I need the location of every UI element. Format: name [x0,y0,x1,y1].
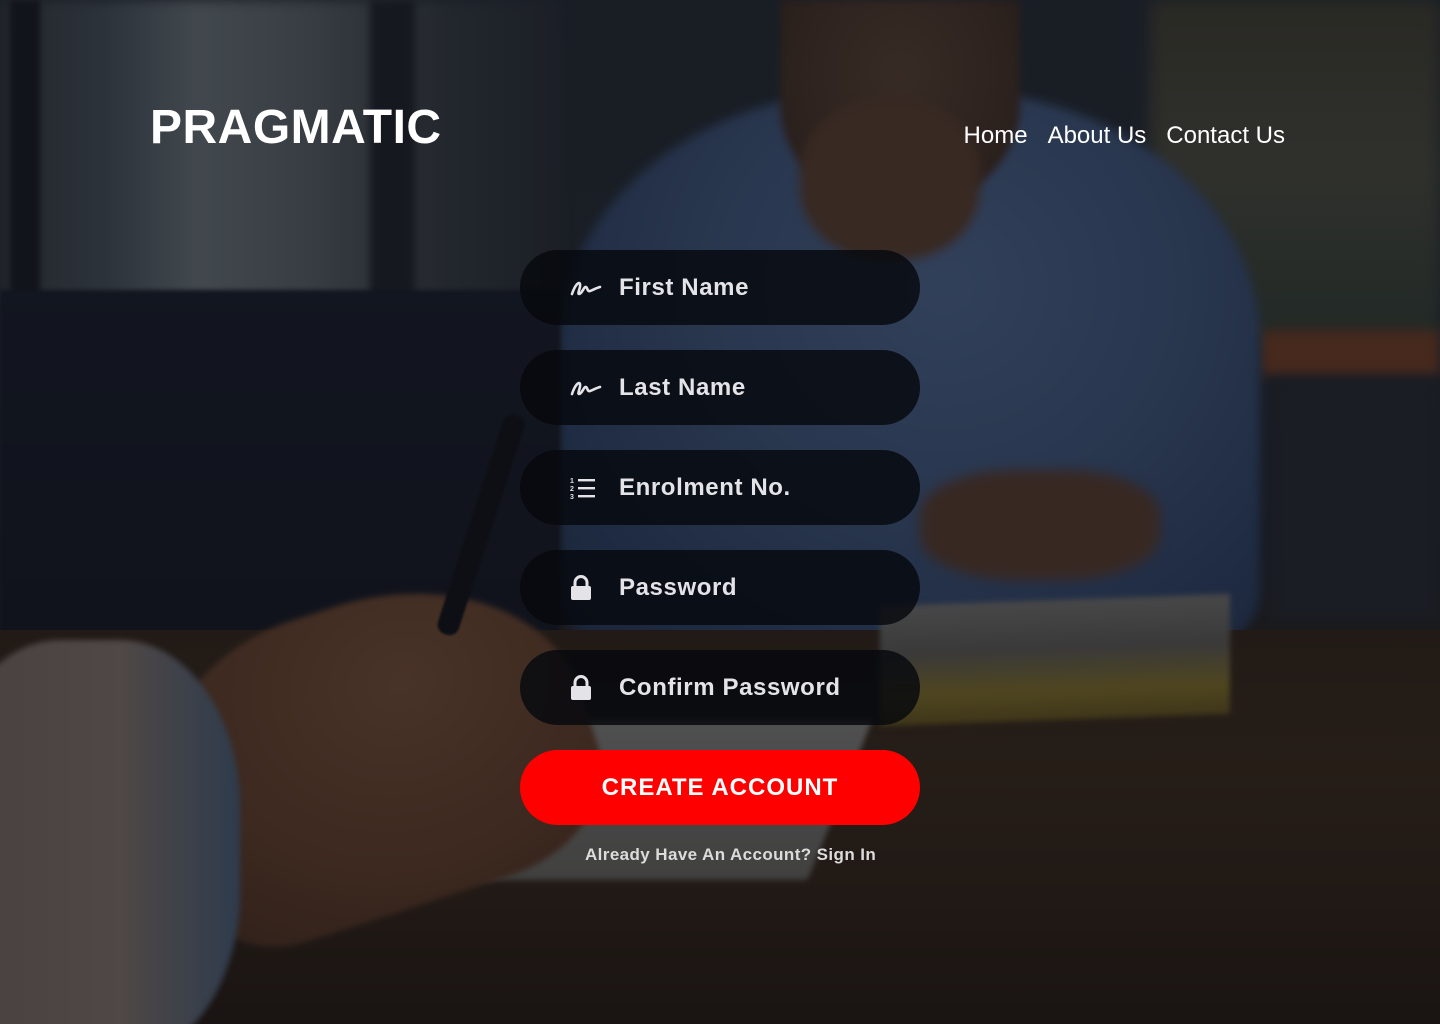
numbered-list-icon: 1 2 3 [570,472,602,504]
signup-form: First Name Last Name 1 2 3 Enrolment No. [520,250,920,825]
nav-link-home[interactable]: Home [964,120,1028,152]
password-field[interactable]: Password [520,550,920,625]
lock-icon [570,672,602,704]
lock-icon [570,572,602,604]
sign-in-link[interactable]: Already Have An Account? Sign In [585,845,876,865]
svg-text:1: 1 [570,478,574,485]
confirm-password-field[interactable]: Confirm Password [520,650,920,725]
first-name-field[interactable]: First Name [520,250,920,325]
nav-link-about-us[interactable]: About Us [1048,120,1147,152]
enrolment-no-field[interactable]: 1 2 3 Enrolment No. [520,450,920,525]
brand-logo: PRAGMATIC [150,101,442,154]
password-label: Password [619,573,738,601]
first-name-label: First Name [619,273,750,301]
last-name-label: Last Name [619,373,746,401]
top-nav: Home About Us Contact Us [964,120,1285,152]
nav-link-contact-us[interactable]: Contact Us [1166,120,1285,152]
svg-text:3: 3 [570,494,574,500]
confirm-password-label: Confirm Password [619,673,841,701]
signature-icon [570,272,602,304]
enrolment-no-label: Enrolment No. [619,473,791,501]
svg-text:2: 2 [570,486,574,493]
last-name-field[interactable]: Last Name [520,350,920,425]
signature-icon [570,372,602,404]
create-account-button[interactable]: CREATE ACCOUNT [520,750,920,825]
